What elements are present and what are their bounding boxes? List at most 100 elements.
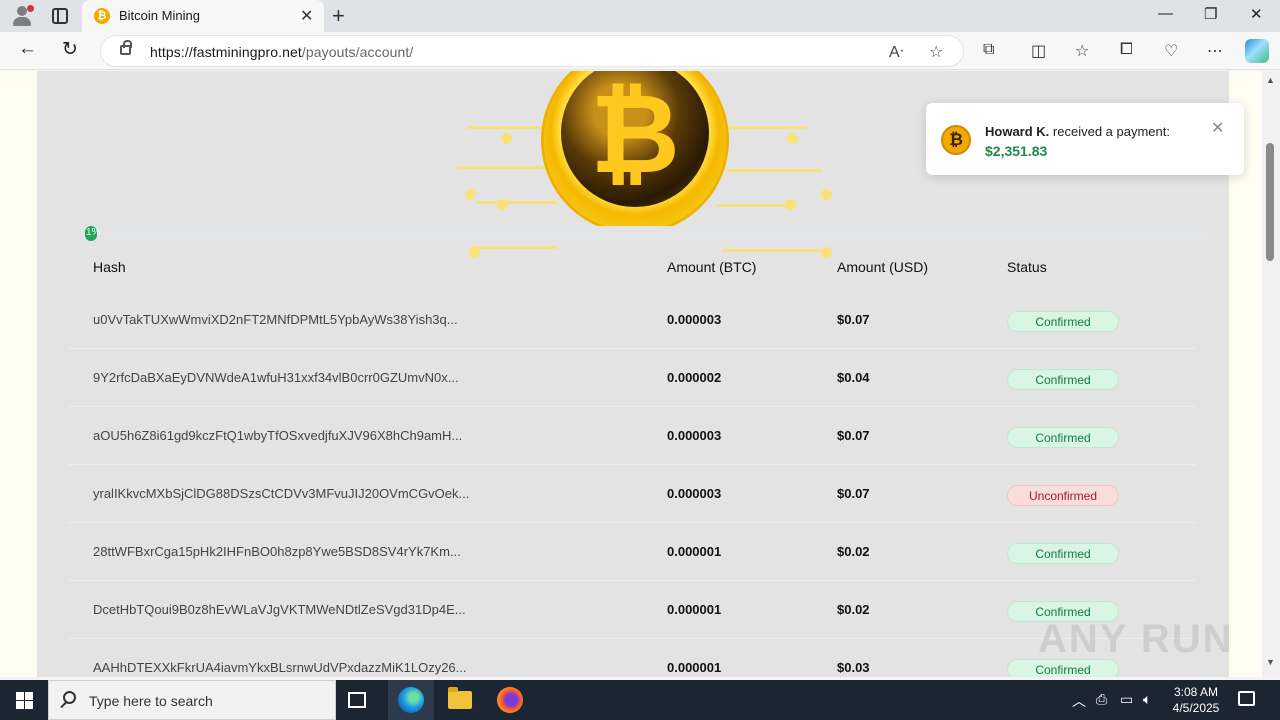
status-badge: Confirmed — [1007, 543, 1119, 564]
table-row: yralIKkvcMXbSjClDG88DSzsCtCDVv3MFvuJIJ20… — [68, 465, 1196, 523]
bitcoin-icon: ₿ — [941, 125, 971, 155]
toast-amount: $2,351.83 — [985, 143, 1048, 159]
bitcoin-favicon-icon: ₿ — [94, 8, 110, 24]
status-badge: Unconfirmed — [1007, 485, 1119, 506]
hash-cell: 28ttWFBxrCga15pHk2IHFnBO0h8zp8Ywe5BSD8SV… — [93, 544, 461, 559]
url-host: https://fastminingpro.net — [150, 44, 302, 60]
amount-btc-cell: 0.000002 — [667, 370, 722, 385]
status-badge: Confirmed — [1007, 369, 1119, 390]
column-header-status: Status — [1007, 259, 1047, 275]
minimize-icon[interactable]: — — [1158, 5, 1173, 22]
back-icon[interactable]: ← — [18, 38, 37, 60]
notifications-icon[interactable] — [1238, 691, 1255, 706]
amount-btc-cell: 0.000001 — [667, 602, 722, 617]
amount-usd-cell: $0.07 — [837, 312, 870, 327]
hash-cell: 9Y2rfcDaBXaEyDVNWdeA1wfuH31xxf34vlB0crr0… — [93, 370, 459, 385]
amount-usd-cell: $0.03 — [837, 660, 870, 675]
edge-browser-icon[interactable] — [398, 687, 424, 713]
page-viewport: ₿ 1% Hash Amount (BTC) Amount (USD) Stat… — [0, 71, 1262, 677]
table-row: u0VvTakTUXwWmviXD2nFT2MNfDPMtL5YpbAyWs38… — [68, 291, 1196, 349]
profile-avatar-icon[interactable] — [10, 5, 34, 27]
file-explorer-icon[interactable] — [448, 687, 472, 709]
browser-toolbar: ← ↻ https://fastminingpro.net/payouts/ac… — [0, 32, 1280, 70]
network-icon[interactable]: ▭ — [1120, 691, 1133, 708]
mining-progress-bar: 1% — [85, 226, 1211, 241]
amount-usd-cell: $0.02 — [837, 602, 870, 617]
favorite-star-icon[interactable]: ☆ — [929, 42, 943, 62]
table-body: u0VvTakTUXwWmviXD2nFT2MNfDPMtL5YpbAyWs38… — [68, 291, 1196, 677]
copilot-icon[interactable] — [1245, 39, 1269, 63]
taskbar-search-placeholder: Type here to search — [89, 693, 213, 709]
amount-btc-cell: 0.000003 — [667, 428, 722, 443]
toast-text: received a payment: — [1049, 124, 1170, 139]
more-menu-icon[interactable]: ⋯ — [1207, 41, 1223, 61]
amount-usd-cell: $0.02 — [837, 544, 870, 559]
clock-date: 4/5/2025 — [1172, 701, 1220, 715]
amount-btc-cell: 0.000003 — [667, 486, 722, 501]
amount-btc-cell: 0.000003 — [667, 312, 722, 327]
tray-overflow-chevron-icon[interactable]: ︿ — [1072, 691, 1086, 711]
tab-close-icon[interactable]: ✕ — [300, 6, 313, 26]
status-badge: Confirmed — [1007, 311, 1119, 332]
toast-message: Howard K. received a payment: — [985, 124, 1170, 139]
payouts-table: Hash Amount (BTC) Amount (USD) Status u0… — [68, 251, 1196, 677]
amount-usd-cell: $0.07 — [837, 486, 870, 501]
windows-start-icon[interactable] — [16, 692, 33, 709]
taskbar-clock[interactable]: 3:08 AM 4/5/2025 — [1168, 684, 1224, 716]
search-icon — [63, 691, 76, 704]
taskbar-search-box[interactable]: Type here to search — [48, 680, 336, 720]
windows-taskbar: Type here to search ︿ ⎙ ▭ 🔈︎ 3:08 AM 4/5… — [0, 680, 1280, 720]
amount-usd-cell: $0.04 — [837, 370, 870, 385]
tab-title: Bitcoin Mining — [119, 8, 200, 23]
page-scrollbar[interactable]: ▲ ▼ — [1262, 71, 1280, 677]
bitcoin-coin-icon: ₿ — [544, 71, 726, 231]
mining-progress-fill: 1% — [85, 226, 101, 241]
table-row: 28ttWFBxrCga15pHk2IHFnBO0h8zp8Ywe5BSD8SV… — [68, 523, 1196, 581]
volume-icon[interactable]: 🔈︎ — [1143, 691, 1151, 708]
url-path: /payouts/account/ — [301, 44, 414, 60]
url-text[interactable]: https://fastminingpro.net/payouts/accoun… — [150, 44, 413, 60]
favorites-icon[interactable]: ☆ — [1075, 41, 1089, 61]
tray-device-icon[interactable]: ⎙ — [1096, 691, 1107, 708]
new-tab-icon[interactable]: + — [332, 3, 345, 29]
table-row: DcetHbTQoui9B0z8hEvWLaVJgVKTMWeNDtlZeSVg… — [68, 581, 1196, 639]
extensions-icon[interactable]: ⧉ — [983, 41, 994, 59]
payment-toast: ₿ Howard K. received a payment: $2,351.8… — [926, 103, 1244, 175]
task-view-icon[interactable] — [348, 692, 366, 708]
table-row: aOU5h6Z8i61gd9kczFtQ1wbyTfOSxvedjfuXJV96… — [68, 407, 1196, 465]
hash-cell: AAHhDTEXXkFkrUA4iavmYkxBLsrnwUdVPxdazzMi… — [93, 660, 467, 675]
hash-cell: aOU5h6Z8i61gd9kczFtQ1wbyTfOSxvedjfuXJV96… — [93, 428, 463, 443]
address-bar[interactable]: https://fastminingpro.net/payouts/accoun… — [100, 35, 964, 67]
clock-time: 3:08 AM — [1173, 685, 1219, 699]
close-window-icon[interactable]: ✕ — [1250, 5, 1263, 23]
lock-icon[interactable] — [120, 40, 132, 55]
amount-usd-cell: $0.07 — [837, 428, 870, 443]
column-header-hash: Hash — [93, 259, 126, 275]
read-aloud-icon[interactable]: Aᐧ — [889, 42, 904, 62]
split-screen-icon[interactable]: ◫ — [1031, 41, 1046, 61]
scroll-thumb[interactable] — [1266, 143, 1274, 261]
progress-label: 1% — [86, 227, 101, 238]
toast-name: Howard K. — [985, 124, 1050, 139]
hash-cell: u0VvTakTUXwWmviXD2nFT2MNfDPMtL5YpbAyWs38… — [93, 312, 458, 327]
column-header-amount-usd: Amount (USD) — [837, 259, 929, 275]
table-row: 9Y2rfcDaBXaEyDVNWdeA1wfuH31xxf34vlB0crr0… — [68, 349, 1196, 407]
toast-close-icon[interactable]: ✕ — [1211, 118, 1224, 138]
scroll-up-icon[interactable]: ▲ — [1266, 75, 1275, 85]
firefox-icon[interactable] — [497, 687, 523, 713]
amount-btc-cell: 0.000001 — [667, 660, 722, 675]
refresh-icon[interactable]: ↻ — [62, 38, 78, 61]
tab-bitcoin-mining[interactable]: ₿ Bitcoin Mining ✕ — [82, 0, 324, 32]
scroll-down-icon[interactable]: ▼ — [1266, 657, 1275, 667]
amount-btc-cell: 0.000001 — [667, 544, 722, 559]
hash-cell: DcetHbTQoui9B0z8hEvWLaVJgVKTMWeNDtlZeSVg… — [93, 602, 466, 617]
table-row: AAHhDTEXXkFkrUA4iavmYkxBLsrnwUdVPxdazzMi… — [68, 639, 1196, 677]
title-bar: ₿ Bitcoin Mining ✕ + — ❐ ✕ — [0, 0, 1280, 32]
anyrun-watermark: ANY RUN — [1038, 617, 1234, 661]
restore-icon[interactable]: ❐ — [1204, 5, 1217, 23]
hash-cell: yralIKkvcMXbSjClDG88DSzsCtCDVv3MFvuJIJ20… — [93, 486, 470, 501]
browser-essentials-icon[interactable]: ♡ — [1164, 41, 1178, 61]
collections-icon[interactable]: ⧠ — [1120, 41, 1133, 59]
tab-actions-icon[interactable] — [52, 8, 68, 24]
status-badge: Confirmed — [1007, 427, 1119, 448]
